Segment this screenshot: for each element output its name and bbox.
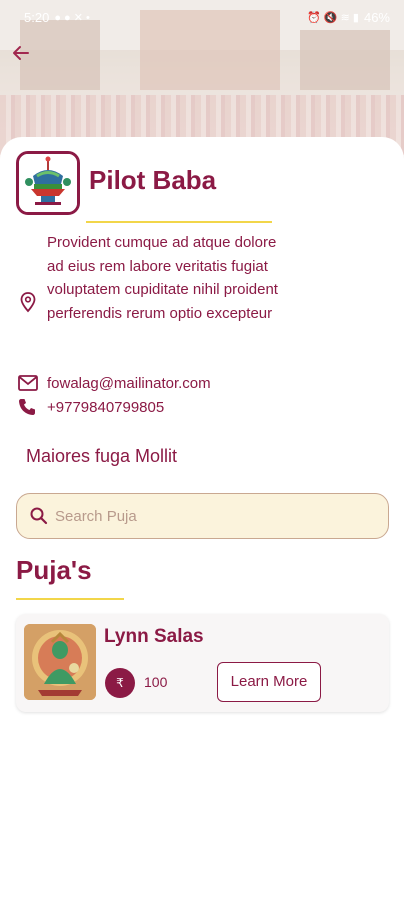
status-bar: 5:20 ● ● ✕ • ⏰ 🔇 ≋ ▮ 46% — [0, 0, 404, 34]
search-bar[interactable] — [16, 493, 389, 539]
arrow-left-icon — [13, 46, 29, 60]
email-link[interactable]: fowalag@mailinator.com — [47, 372, 211, 396]
location-pin-icon — [18, 291, 40, 313]
puja-name: Lynn Salas — [104, 626, 204, 647]
temple-logo — [16, 151, 80, 215]
notification-icons: ● ● ✕ • — [54, 11, 90, 24]
learn-more-button[interactable]: Learn More — [217, 662, 321, 702]
currency-icon: ₹ — [105, 668, 135, 698]
phone-link[interactable]: +9779840799805 — [47, 396, 164, 420]
title-underline — [86, 221, 272, 223]
system-icons: ⏰ 🔇 ≋ ▮ — [307, 11, 359, 24]
envelope-icon — [17, 374, 39, 396]
puja-thumbnail — [24, 624, 96, 700]
phone-icon — [17, 397, 39, 419]
section-subtitle: Maiores fuga Mollit — [26, 446, 178, 466]
page-title: Pilot Baba — [89, 165, 217, 195]
detail-card: Pilot Baba Provident cumque ad atque dol… — [0, 137, 404, 900]
address-text: Provident cumque ad atque dolore ad eius… — [47, 234, 278, 322]
puja-list-item[interactable]: Lynn Salas ₹ 100 Learn More — [16, 614, 389, 712]
puja-price: 100 — [144, 674, 168, 690]
search-input[interactable] — [55, 503, 375, 529]
section-title: Puja's — [16, 555, 92, 585]
search-icon — [30, 507, 48, 525]
battery-percent: 46% — [363, 9, 390, 25]
section-underline — [16, 598, 124, 600]
status-time: 5:20 — [24, 9, 50, 25]
back-button[interactable] — [10, 42, 32, 64]
